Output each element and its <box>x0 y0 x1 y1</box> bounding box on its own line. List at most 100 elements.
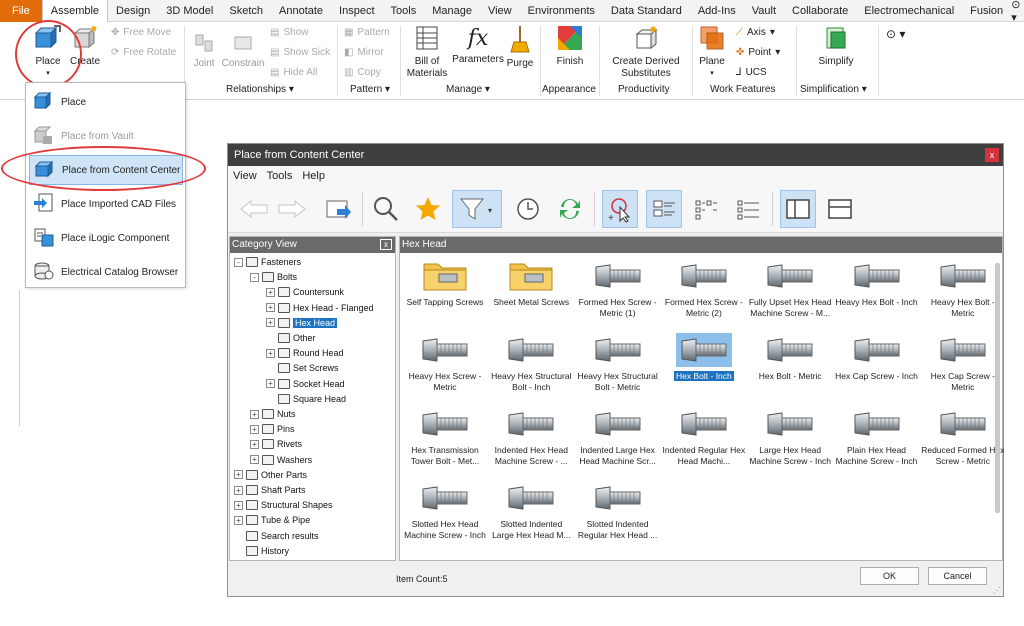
menu-item-electrical-catalog-browser[interactable]: Electrical Catalog Browser <box>29 257 183 287</box>
menu-tab-inspect[interactable]: Inspect <box>331 0 382 22</box>
tree-node-countersunk[interactable]: + Countersunk <box>266 285 344 299</box>
family-item[interactable]: Heavy Hex Structural Bolt - Metric <box>575 329 661 392</box>
family-item[interactable]: Reduced Formed Hex Screw - Metric <box>920 403 1006 466</box>
menu-item-place-imported-cad-files[interactable]: Place Imported CAD Files <box>29 189 183 219</box>
family-item[interactable]: Heavy Hex Structural Bolt - Inch <box>488 329 574 392</box>
family-item[interactable]: Hex Bolt - Inch <box>661 329 747 382</box>
finish-button[interactable]: Finish <box>544 24 596 68</box>
menu-tab-fusion[interactable]: Fusion <box>962 0 1011 22</box>
detail-view-button[interactable] <box>730 190 766 228</box>
tree-node-rivets[interactable]: + Rivets <box>250 437 302 451</box>
expand-icon[interactable]: + <box>266 303 275 313</box>
joint-button[interactable]: Joint <box>188 32 220 70</box>
expand-icon[interactable]: + <box>234 485 243 495</box>
menu-tab-data-standard[interactable]: Data Standard <box>603 0 690 22</box>
refresh-button[interactable] <box>552 190 588 228</box>
dialog-menu-view[interactable]: View <box>233 170 257 182</box>
expand-icon[interactable]: + <box>266 318 275 328</box>
menu-tab-design[interactable]: Design <box>108 0 158 22</box>
family-item[interactable]: Indented Large Hex Head Machine Scr... <box>575 403 661 466</box>
family-item[interactable]: Large Hex Head Machine Screw - Inch <box>747 403 833 466</box>
place-part-button[interactable]: + <box>602 190 638 228</box>
family-item[interactable]: Slotted Indented Regular Hex Head ... <box>575 477 661 540</box>
pattern-button[interactable]: ▦ Pattern <box>344 27 390 38</box>
constrain-button[interactable]: Constrain <box>220 32 266 70</box>
tree-node-other[interactable]: Other <box>266 331 316 345</box>
expand-icon[interactable]: + <box>234 470 243 480</box>
menu-tab-electromechanical[interactable]: Electromechanical <box>856 0 962 22</box>
expand-icon[interactable]: + <box>266 379 275 389</box>
copy-button[interactable]: ▥ Copy <box>344 67 381 78</box>
menu-tab-manage[interactable]: Manage <box>424 0 480 22</box>
tile-view-button[interactable] <box>688 190 724 228</box>
create-derived-substitutes-button[interactable]: ✸ Create Derived Substitutes <box>603 24 689 80</box>
family-item[interactable]: Hex Bolt - Metric <box>747 329 833 382</box>
split-vertical-button[interactable] <box>780 190 816 228</box>
free-rotate-button[interactable]: ⟳ Free Rotate <box>111 47 176 58</box>
dialog-menu-help[interactable]: Help <box>302 170 325 182</box>
menu-tab-view[interactable]: View <box>480 0 520 22</box>
collapse-icon[interactable]: - <box>234 257 243 267</box>
family-item[interactable]: Indented Regular Hex Head Machi... <box>661 403 747 466</box>
ucs-button[interactable]: ⅃ UCS <box>736 67 767 78</box>
menu-tab-assemble[interactable]: Assemble <box>41 0 109 22</box>
family-item[interactable]: Slotted Hex Head Machine Screw - Inch <box>402 477 488 540</box>
tree-node-set-screws[interactable]: Set Screws <box>266 361 339 375</box>
family-item[interactable]: Hex Cap Screw - Inch <box>834 329 920 382</box>
expand-icon[interactable]: + <box>250 455 259 465</box>
family-item[interactable]: Self Tapping Screws <box>402 255 488 308</box>
family-item[interactable]: Heavy Hex Bolt - Inch <box>834 255 920 308</box>
menu-tab-collaborate[interactable]: Collaborate <box>784 0 856 22</box>
expand-icon[interactable]: + <box>266 348 275 358</box>
filter-button[interactable]: ▾ <box>452 190 502 228</box>
menu-tab-add-ins[interactable]: Add-Ins <box>690 0 744 22</box>
ok-button[interactable]: OK <box>860 567 919 585</box>
tree-node-pins[interactable]: + Pins <box>250 422 295 436</box>
relationships-group-label[interactable]: Relationships ▾ <box>226 84 294 95</box>
tree-node-hex-head-flanged[interactable]: + Hex Head - Flanged <box>266 301 374 315</box>
family-item[interactable]: Indented Hex Head Machine Screw - ... <box>488 403 574 466</box>
tree-node-shaft-parts[interactable]: + Shaft Parts <box>234 483 306 497</box>
tree-node-round-head[interactable]: + Round Head <box>266 346 344 360</box>
back-button[interactable] <box>236 190 272 228</box>
family-item[interactable]: Plain Hex Head Machine Screw - Inch <box>834 403 920 466</box>
family-item[interactable]: Sheet Metal Screws <box>488 255 574 308</box>
tree-node-square-head[interactable]: Square Head <box>266 392 346 406</box>
split-horizontal-button[interactable] <box>822 190 858 228</box>
mirror-button[interactable]: ◧ Mirror <box>344 47 384 58</box>
tree-node-washers[interactable]: + Washers <box>250 453 312 467</box>
family-item[interactable]: Formed Hex Screw - Metric (1) <box>575 255 661 318</box>
cancel-button[interactable]: Cancel <box>928 567 987 585</box>
menu-tab-sketch[interactable]: Sketch <box>221 0 271 22</box>
pattern-group-label[interactable]: Pattern ▾ <box>350 84 390 95</box>
family-item[interactable]: Fully Upset Hex Head Machine Screw - M..… <box>747 255 833 318</box>
tree-node-tube-pipe[interactable]: + Tube & Pipe <box>234 513 310 527</box>
family-item[interactable]: Heavy Hex Bolt - Metric <box>920 255 1006 318</box>
point-button[interactable]: ✜ Point ▾ <box>736 47 780 58</box>
axis-button[interactable]: ⟋ Axis ▾ <box>736 27 775 38</box>
expand-icon[interactable]: + <box>234 515 243 525</box>
menu-tab-tools[interactable]: Tools <box>383 0 425 22</box>
tree-node-hex-head[interactable]: + Hex Head <box>266 316 338 330</box>
manage-group-label[interactable]: Manage ▾ <box>446 84 490 95</box>
family-item[interactable]: Slotted Indented Large Hex Head M... <box>488 477 574 540</box>
family-item[interactable]: Hex Cap Screw - Metric <box>920 329 1006 392</box>
dialog-menu-tools[interactable]: Tools <box>267 170 293 182</box>
menu-item-place-ilogic-component[interactable]: Place iLogic Component <box>29 223 183 253</box>
menu-tab-file[interactable]: File <box>0 0 42 22</box>
purge-button[interactable]: Purge <box>504 24 536 70</box>
family-item[interactable]: Hex Transmission Tower Bolt - Met... <box>402 403 488 466</box>
forward-button[interactable] <box>274 190 310 228</box>
free-move-button[interactable]: ✥ Free Move <box>111 27 171 38</box>
expand-icon[interactable]: + <box>250 409 259 419</box>
up-folder-button[interactable] <box>320 190 356 228</box>
hide-all-button[interactable]: ▤ Hide All <box>270 67 317 78</box>
dropdown-dot-icon[interactable]: ⊙ ▾ <box>1011 0 1024 24</box>
tree-node-fasteners[interactable]: - Fasteners <box>234 255 301 269</box>
menu-tab-vault[interactable]: Vault <box>744 0 784 22</box>
collapse-icon[interactable]: - <box>250 272 259 282</box>
history-button[interactable] <box>510 190 546 228</box>
expand-icon[interactable]: + <box>234 500 243 510</box>
menu-tab-3d-model[interactable]: 3D Model <box>158 0 221 22</box>
tree-node-socket-head[interactable]: + Socket Head <box>266 377 345 391</box>
